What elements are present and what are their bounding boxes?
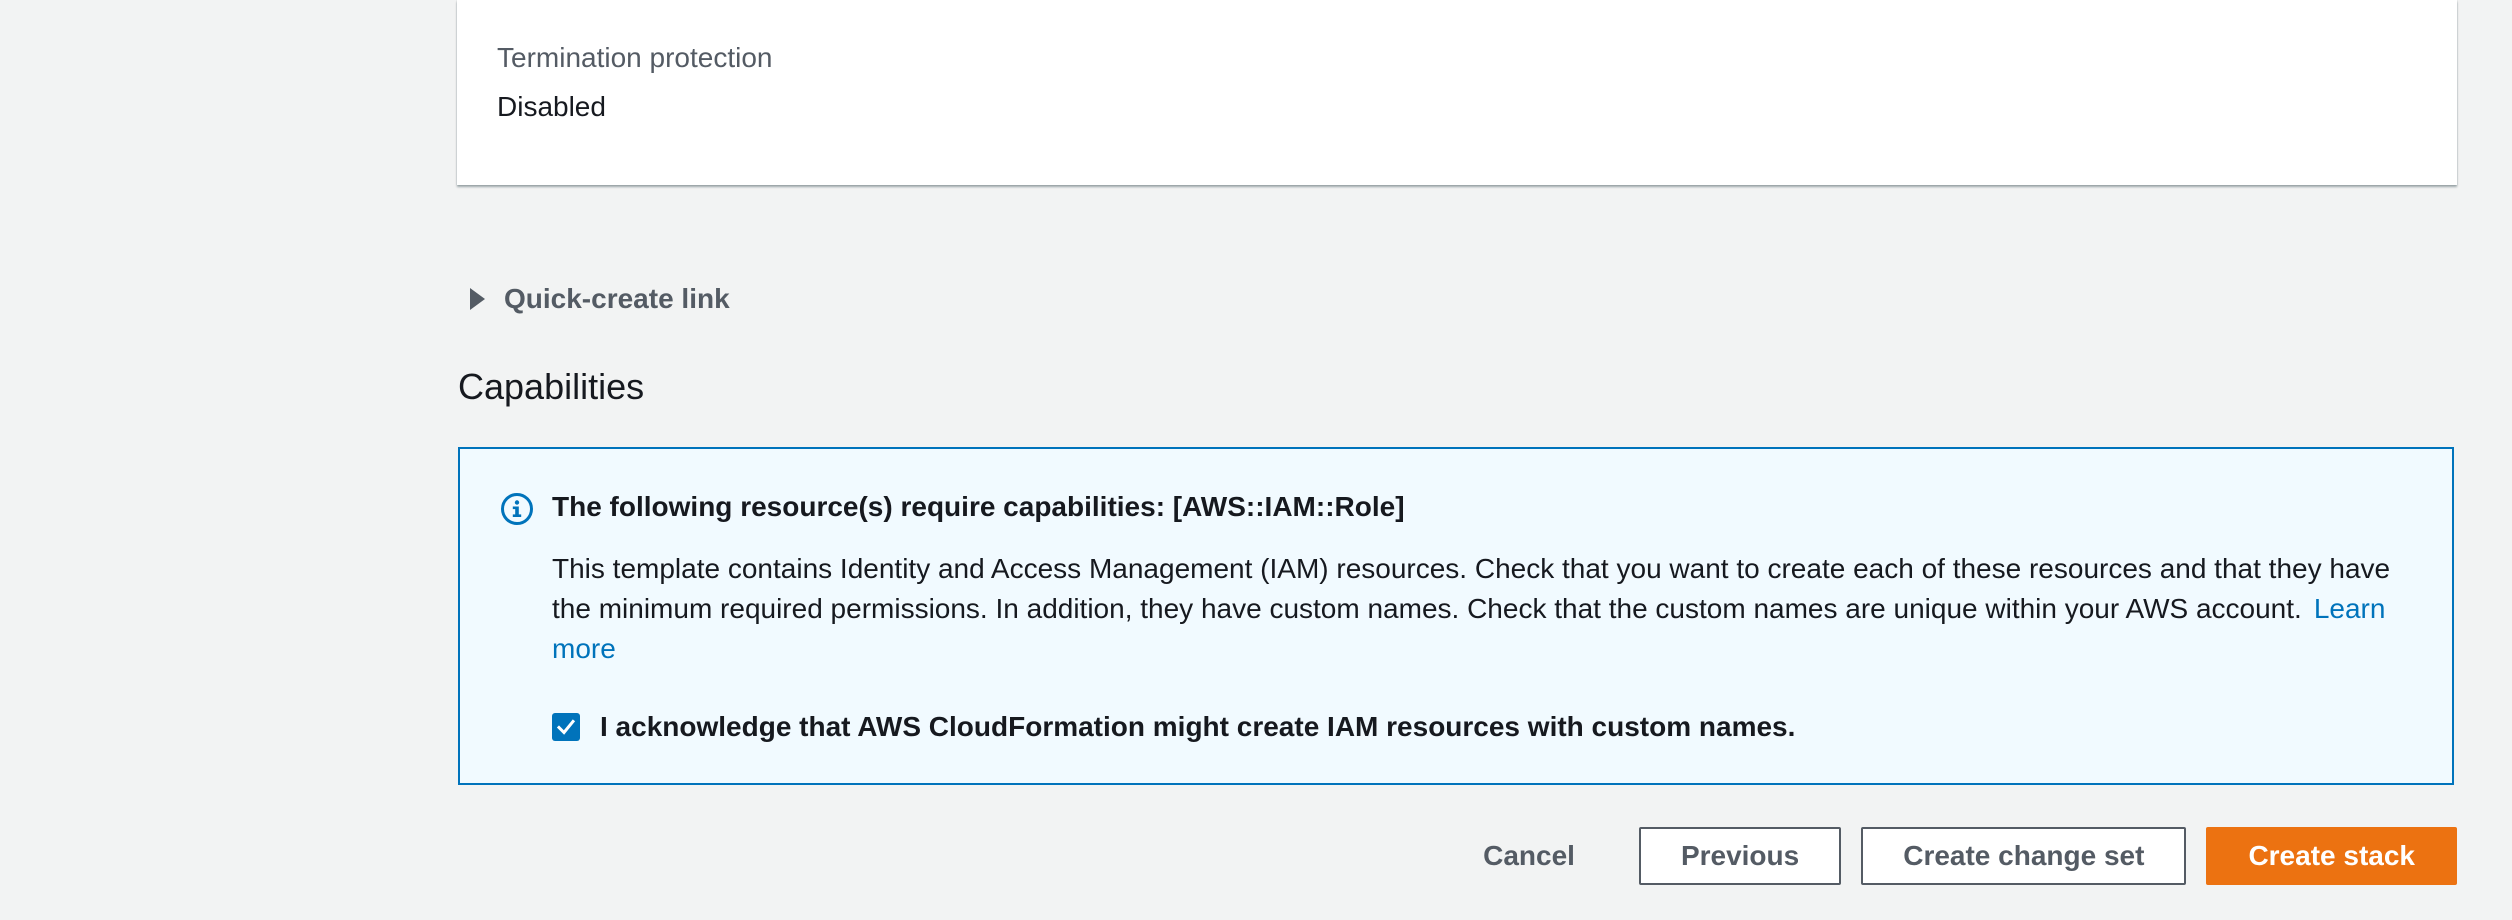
create-stack-button[interactable]: Create stack — [2206, 827, 2457, 885]
termination-protection-label: Termination protection — [497, 42, 773, 73]
previous-button[interactable]: Previous — [1638, 827, 1842, 885]
acknowledge-checkbox[interactable] — [552, 713, 580, 741]
create-change-set-button[interactable]: Create change set — [1861, 827, 2187, 885]
quick-create-link-label: Quick-create link — [504, 283, 730, 314]
info-icon — [501, 493, 533, 525]
capabilities-heading: Capabilities — [458, 366, 645, 407]
capabilities-info-alert: The following resource(s) require capabi… — [458, 447, 2454, 785]
alert-body-text: This template contains Identity and Acce… — [552, 553, 2391, 624]
checkmark-icon — [556, 719, 576, 735]
quick-create-link-expander[interactable]: Quick-create link — [470, 280, 730, 318]
form-actions: Cancel Previous Create change set Create… — [1435, 827, 2457, 885]
stack-details-panel: Termination protection Disabled — [457, 0, 2457, 185]
termination-protection-value: Disabled — [497, 91, 606, 122]
caret-right-icon — [470, 288, 485, 310]
alert-title: The following resource(s) require capabi… — [552, 491, 1405, 522]
alert-body: This template contains Identity and Acce… — [552, 549, 2422, 669]
acknowledge-row: I acknowledge that AWS CloudFormation mi… — [552, 711, 1795, 743]
cancel-button[interactable]: Cancel — [1455, 827, 1603, 885]
acknowledge-label[interactable]: I acknowledge that AWS CloudFormation mi… — [600, 711, 1795, 743]
